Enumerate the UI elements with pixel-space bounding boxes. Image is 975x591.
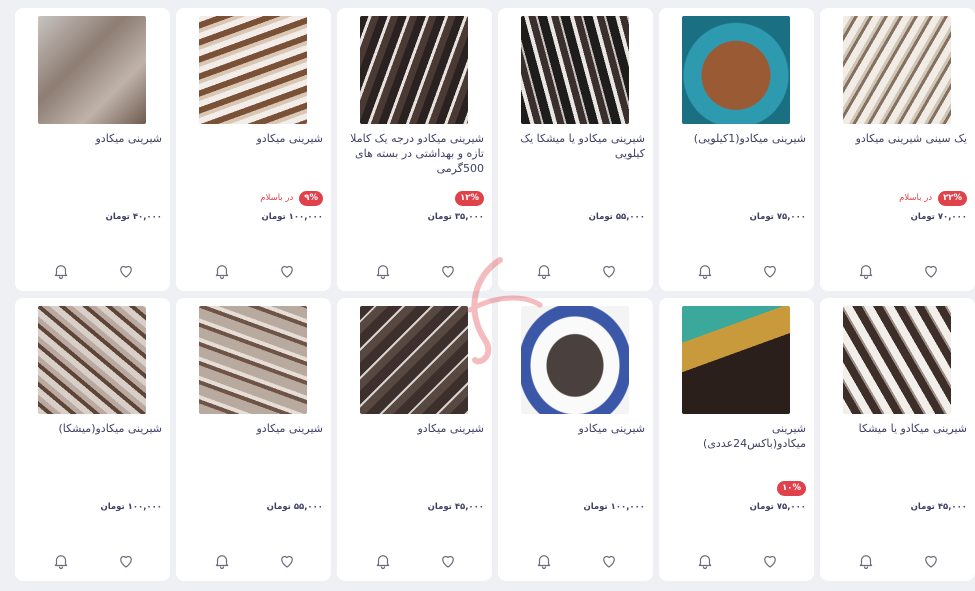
product-image[interactable] [38, 306, 146, 414]
product-price: ۱۰۰,۰۰۰ تومان [100, 502, 162, 512]
product-card[interactable]: شیرینی میکادو(میشکا) ۱۰۰,۰۰۰ تومان [15, 298, 170, 581]
product-image[interactable] [682, 306, 790, 414]
bell-icon[interactable] [534, 551, 554, 571]
product-price: ۷۵,۰۰۰ تومان [749, 502, 806, 512]
card-actions [659, 551, 814, 571]
bell-icon[interactable] [51, 551, 71, 571]
product-price: ۷۰,۰۰۰ تومان [910, 212, 967, 222]
card-actions [820, 551, 975, 571]
product-card[interactable]: شیرینی میکادو ۴۵,۰۰۰ تومان [337, 298, 492, 581]
product-image[interactable] [199, 16, 307, 124]
product-title[interactable]: شیرینی میکادو(باکس24عددی) [667, 421, 806, 451]
product-title[interactable]: شیرینی میکادو [506, 421, 646, 436]
product-card[interactable]: شیرینی میکادو ۹% در باسلام ۱۰۰,۰۰۰ تومان [176, 8, 331, 291]
product-title[interactable]: شیرینی میکادو درجه یک کاملا تازه و بهداش… [345, 131, 484, 176]
product-price: ۳۵,۰۰۰ تومان [427, 212, 484, 222]
heart-icon[interactable] [760, 551, 780, 571]
product-title[interactable]: شیرینی میکادو [23, 131, 163, 146]
product-image[interactable] [843, 306, 951, 414]
heart-icon[interactable] [438, 261, 458, 281]
product-image[interactable] [360, 306, 468, 414]
heart-icon[interactable] [921, 551, 941, 571]
card-actions [498, 551, 653, 571]
card-actions [337, 261, 492, 281]
heart-icon[interactable] [116, 551, 136, 571]
card-actions [176, 551, 331, 571]
promo-row: ۱۲% [345, 190, 484, 206]
bell-icon[interactable] [856, 261, 876, 281]
discount-badge: ۲۲% [938, 190, 967, 206]
promo-row: ۹% در باسلام [184, 190, 323, 206]
heart-icon[interactable] [277, 551, 297, 571]
product-image[interactable] [38, 16, 146, 124]
bell-icon[interactable] [695, 551, 715, 571]
card-actions [15, 551, 170, 571]
product-title[interactable]: شیرینی میکادو یا میشکا یک کیلویی [506, 131, 645, 161]
card-actions [15, 261, 170, 281]
bell-icon[interactable] [695, 261, 715, 281]
discount-badge: ۱۰% [777, 480, 806, 496]
bell-icon[interactable] [373, 551, 393, 571]
heart-icon[interactable] [277, 261, 297, 281]
product-card[interactable]: شیرینی میکادو یا میشکا یک کیلویی ۵۵,۰۰۰ ت… [498, 8, 653, 291]
heart-icon[interactable] [760, 261, 780, 281]
heart-icon[interactable] [438, 551, 458, 571]
product-card[interactable]: شیرینی میکادو یا میشکا ۴۵,۰۰۰ تومان [820, 298, 975, 581]
product-price: ۷۵,۰۰۰ تومان [749, 212, 806, 222]
card-actions [337, 551, 492, 571]
card-actions [498, 261, 653, 281]
product-image[interactable] [521, 306, 629, 414]
product-image[interactable] [521, 16, 629, 124]
discount-badge: ۹% [299, 190, 323, 206]
product-price: ۴۰,۰۰۰ تومان [105, 212, 162, 222]
product-price: ۵۵,۰۰۰ تومان [588, 212, 645, 222]
product-card[interactable]: شیرینی میکادو درجه یک کاملا تازه و بهداش… [337, 8, 492, 291]
card-actions [659, 261, 814, 281]
discount-badge: ۱۲% [455, 190, 484, 206]
product-title[interactable]: شیرینی میکادو(میشکا) [23, 421, 162, 436]
product-card[interactable]: شیرینی میکادو ۴۰,۰۰۰ تومان [15, 8, 170, 291]
product-image[interactable] [682, 16, 790, 124]
heart-icon[interactable] [599, 261, 619, 281]
bell-icon[interactable] [856, 551, 876, 571]
bell-icon[interactable] [212, 261, 232, 281]
bell-icon[interactable] [51, 261, 71, 281]
product-price: ۱۰۰,۰۰۰ تومان [583, 502, 645, 512]
product-price: ۵۵,۰۰۰ تومان [266, 502, 323, 512]
product-price: ۴۵,۰۰۰ تومان [427, 502, 484, 512]
heart-icon[interactable] [599, 551, 619, 571]
bell-icon[interactable] [212, 551, 232, 571]
bell-icon[interactable] [534, 261, 554, 281]
product-grid: یک سینی شیرینی میکادو ۲۲% در باسلام ۷۰,۰۰۰ … [10, 8, 975, 581]
product-image[interactable] [199, 306, 307, 414]
product-card[interactable]: یک سینی شیرینی میکادو ۲۲% در باسلام ۷۰,۰۰۰ … [820, 8, 975, 291]
store-tag: در باسلام [260, 193, 294, 203]
product-title[interactable]: شیرینی میکادو [345, 421, 485, 436]
promo-row: ۲۲% در باسلام [828, 190, 967, 206]
store-tag: در باسلام [899, 193, 933, 203]
product-title[interactable]: شیرینی میکادو یا میشکا [828, 421, 967, 436]
product-card[interactable]: شیرینی میکادو(باکس24عددی) ۱۰% ۷۵,۰۰۰ تومان [659, 298, 814, 581]
product-title[interactable]: یک سینی شیرینی میکادو [828, 131, 967, 146]
heart-icon[interactable] [116, 261, 136, 281]
card-actions [176, 261, 331, 281]
promo-row: ۱۰% [667, 480, 806, 496]
heart-icon[interactable] [921, 261, 941, 281]
product-image[interactable] [360, 16, 468, 124]
product-price: ۴۵,۰۰۰ تومان [910, 502, 967, 512]
product-title[interactable]: شیرینی میکادو(1کیلویی) [667, 131, 806, 146]
product-image[interactable] [843, 16, 951, 124]
product-card[interactable]: شیرینی میکادو(1کیلویی) ۷۵,۰۰۰ تومان [659, 8, 814, 291]
product-card[interactable]: شیرینی میکادو ۱۰۰,۰۰۰ تومان [498, 298, 653, 581]
product-title[interactable]: شیرینی میکادو [184, 131, 324, 146]
bell-icon[interactable] [373, 261, 393, 281]
product-card[interactable]: شیرینی میکادو ۵۵,۰۰۰ تومان [176, 298, 331, 581]
product-price: ۱۰۰,۰۰۰ تومان [261, 212, 323, 222]
card-actions [820, 261, 975, 281]
product-title[interactable]: شیرینی میکادو [184, 421, 324, 436]
